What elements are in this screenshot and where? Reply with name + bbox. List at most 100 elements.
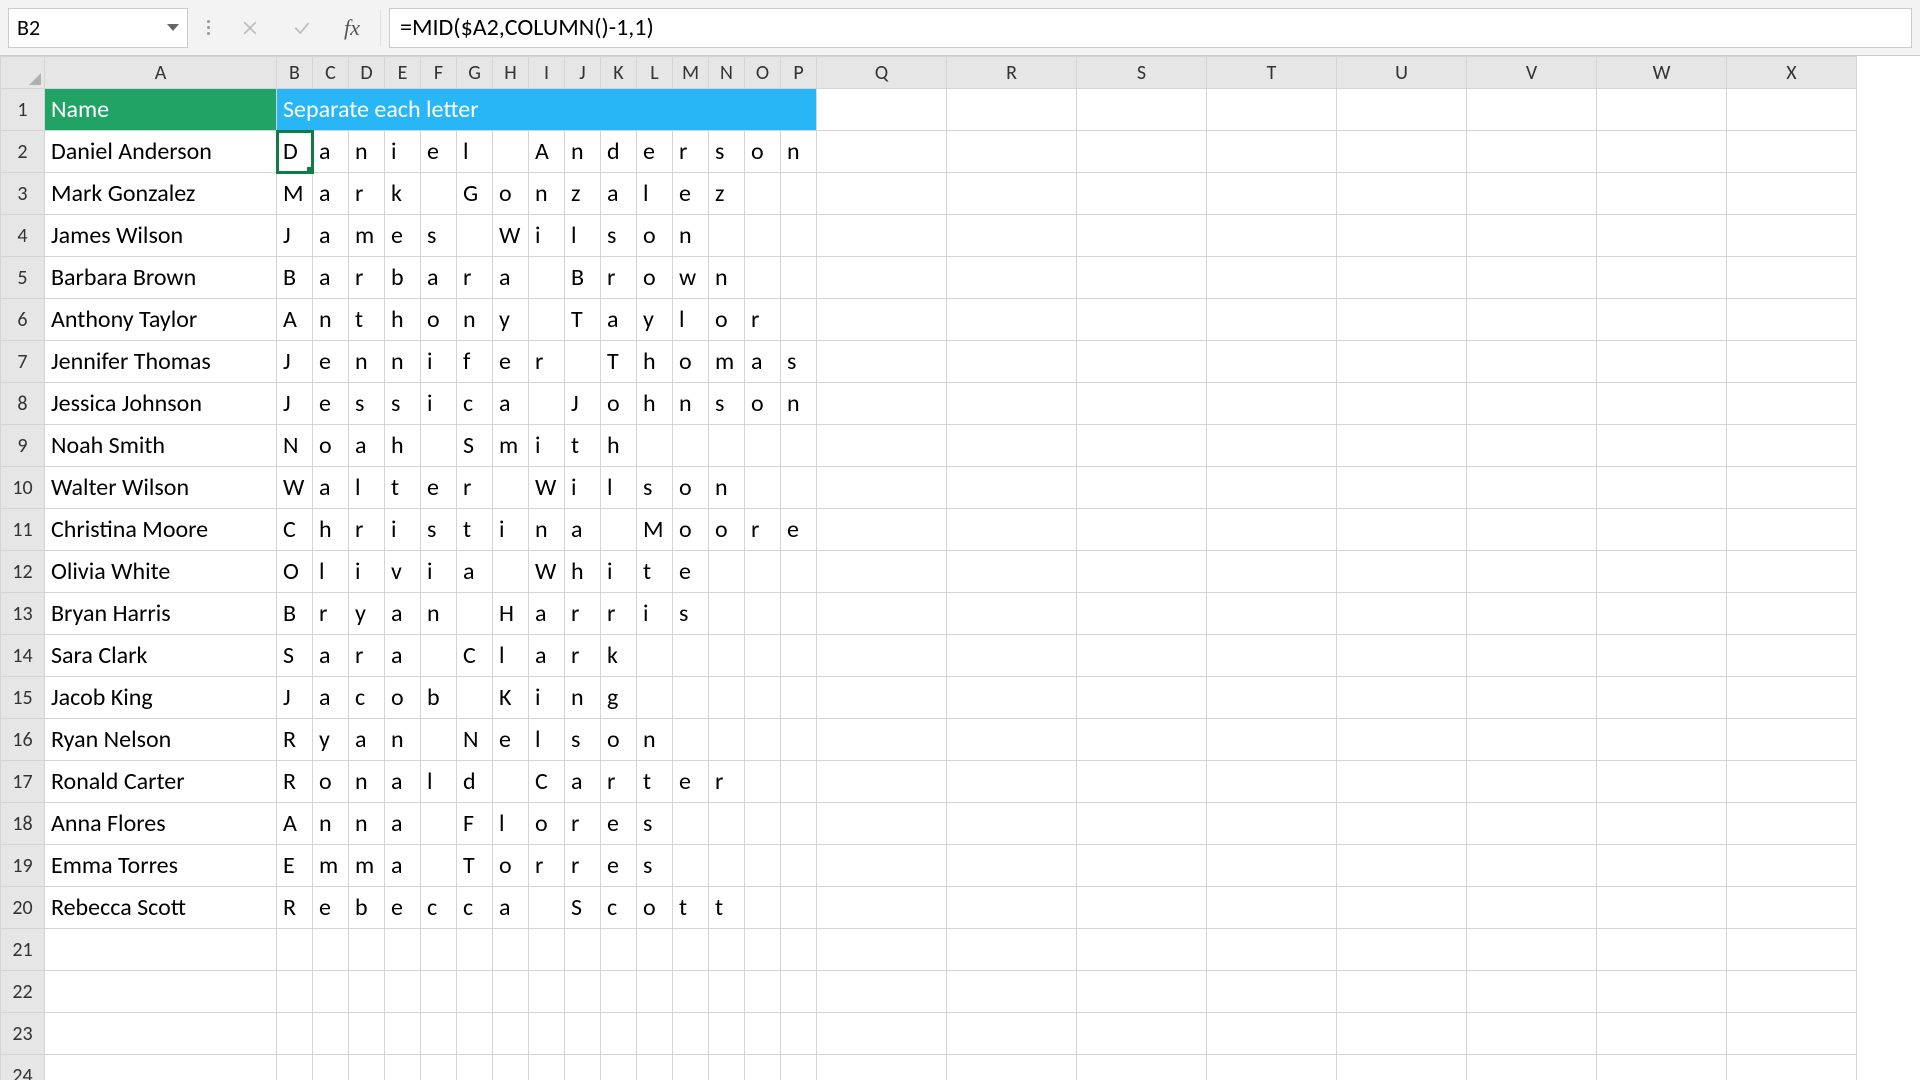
- letter-cell[interactable]: m: [349, 845, 385, 887]
- cell[interactable]: [1337, 719, 1467, 761]
- letter-cell[interactable]: t: [565, 425, 601, 467]
- letter-cell[interactable]: [781, 677, 817, 719]
- cell[interactable]: [385, 971, 421, 1013]
- name-cell[interactable]: Anthony Taylor: [45, 299, 277, 341]
- row-header-23[interactable]: 23: [1, 1013, 45, 1055]
- letter-cell[interactable]: o: [529, 803, 565, 845]
- letter-cell[interactable]: [421, 845, 457, 887]
- letter-cell[interactable]: a: [385, 761, 421, 803]
- row-header-8[interactable]: 8: [1, 383, 45, 425]
- row-header-11[interactable]: 11: [1, 509, 45, 551]
- letter-cell[interactable]: e: [385, 887, 421, 929]
- letter-cell[interactable]: [781, 635, 817, 677]
- letter-cell[interactable]: M: [277, 173, 313, 215]
- letter-cell[interactable]: n: [709, 257, 745, 299]
- cell[interactable]: [947, 551, 1077, 593]
- letter-cell[interactable]: f: [457, 341, 493, 383]
- letter-cell[interactable]: a: [313, 131, 349, 173]
- letter-cell[interactable]: l: [493, 635, 529, 677]
- letter-cell[interactable]: [673, 845, 709, 887]
- cell[interactable]: [1597, 929, 1727, 971]
- column-header-L[interactable]: L: [637, 57, 673, 89]
- letter-cell[interactable]: r: [457, 467, 493, 509]
- letter-cell[interactable]: A: [529, 131, 565, 173]
- letter-cell[interactable]: o: [745, 383, 781, 425]
- cell[interactable]: [817, 131, 947, 173]
- letter-cell[interactable]: r: [745, 509, 781, 551]
- row-header-22[interactable]: 22: [1, 971, 45, 1013]
- row-header-14[interactable]: 14: [1, 635, 45, 677]
- letter-cell[interactable]: i: [637, 593, 673, 635]
- cell[interactable]: [947, 89, 1077, 131]
- column-header-V[interactable]: V: [1467, 57, 1597, 89]
- cell[interactable]: [1597, 131, 1727, 173]
- letter-cell[interactable]: i: [601, 551, 637, 593]
- letter-cell[interactable]: [745, 551, 781, 593]
- cell[interactable]: [1727, 467, 1857, 509]
- letter-cell[interactable]: [745, 887, 781, 929]
- fx-label[interactable]: fx: [332, 15, 372, 41]
- cell[interactable]: [421, 1013, 457, 1055]
- cell[interactable]: [1597, 551, 1727, 593]
- letter-cell[interactable]: n: [457, 299, 493, 341]
- letter-cell[interactable]: O: [277, 551, 313, 593]
- cell[interactable]: [1727, 509, 1857, 551]
- cell[interactable]: [1467, 257, 1597, 299]
- cell[interactable]: [1597, 635, 1727, 677]
- cell[interactable]: [947, 677, 1077, 719]
- cell[interactable]: [1337, 761, 1467, 803]
- cell[interactable]: [817, 215, 947, 257]
- cell[interactable]: [1727, 971, 1857, 1013]
- letter-cell[interactable]: [565, 341, 601, 383]
- letter-cell[interactable]: r: [529, 845, 565, 887]
- column-header-D[interactable]: D: [349, 57, 385, 89]
- letter-cell[interactable]: B: [565, 257, 601, 299]
- cell[interactable]: [745, 971, 781, 1013]
- letter-cell[interactable]: l: [493, 803, 529, 845]
- cell[interactable]: [1597, 509, 1727, 551]
- cell[interactable]: [1597, 467, 1727, 509]
- letter-cell[interactable]: J: [565, 383, 601, 425]
- column-header-I[interactable]: I: [529, 57, 565, 89]
- cell[interactable]: [1077, 593, 1207, 635]
- row-header-2[interactable]: 2: [1, 131, 45, 173]
- letter-cell[interactable]: y: [637, 299, 673, 341]
- cell[interactable]: [817, 719, 947, 761]
- letter-cell[interactable]: N: [457, 719, 493, 761]
- letter-cell[interactable]: [709, 551, 745, 593]
- column-header-P[interactable]: P: [781, 57, 817, 89]
- cell[interactable]: [781, 1013, 817, 1055]
- letter-cell[interactable]: r: [601, 761, 637, 803]
- letter-cell[interactable]: b: [385, 257, 421, 299]
- letter-cell[interactable]: T: [601, 341, 637, 383]
- row-header-18[interactable]: 18: [1, 803, 45, 845]
- letter-cell[interactable]: r: [745, 299, 781, 341]
- letter-cell[interactable]: [781, 551, 817, 593]
- cell[interactable]: [1727, 131, 1857, 173]
- letter-cell[interactable]: a: [385, 635, 421, 677]
- letter-cell[interactable]: [457, 677, 493, 719]
- cell[interactable]: [817, 299, 947, 341]
- letter-cell[interactable]: i: [421, 341, 457, 383]
- letter-cell[interactable]: c: [421, 887, 457, 929]
- letter-cell[interactable]: s: [673, 593, 709, 635]
- letter-cell[interactable]: [421, 803, 457, 845]
- cell[interactable]: [1467, 929, 1597, 971]
- letter-cell[interactable]: s: [421, 215, 457, 257]
- cell[interactable]: [1337, 425, 1467, 467]
- letter-cell[interactable]: h: [385, 425, 421, 467]
- row-header-19[interactable]: 19: [1, 845, 45, 887]
- cell[interactable]: [1597, 593, 1727, 635]
- letter-cell[interactable]: g: [601, 677, 637, 719]
- letter-cell[interactable]: a: [493, 887, 529, 929]
- cell[interactable]: [457, 971, 493, 1013]
- spreadsheet-grid[interactable]: ABCDEFGHIJKLMNOPQRSTUVWX1NameSeparate ea…: [0, 56, 1920, 1080]
- cell[interactable]: [1727, 299, 1857, 341]
- letter-cell[interactable]: h: [637, 341, 673, 383]
- cell[interactable]: [1077, 131, 1207, 173]
- cell[interactable]: [817, 971, 947, 1013]
- letter-cell[interactable]: c: [457, 383, 493, 425]
- cell[interactable]: [1727, 425, 1857, 467]
- cell[interactable]: [709, 1013, 745, 1055]
- cell[interactable]: [817, 1055, 947, 1080]
